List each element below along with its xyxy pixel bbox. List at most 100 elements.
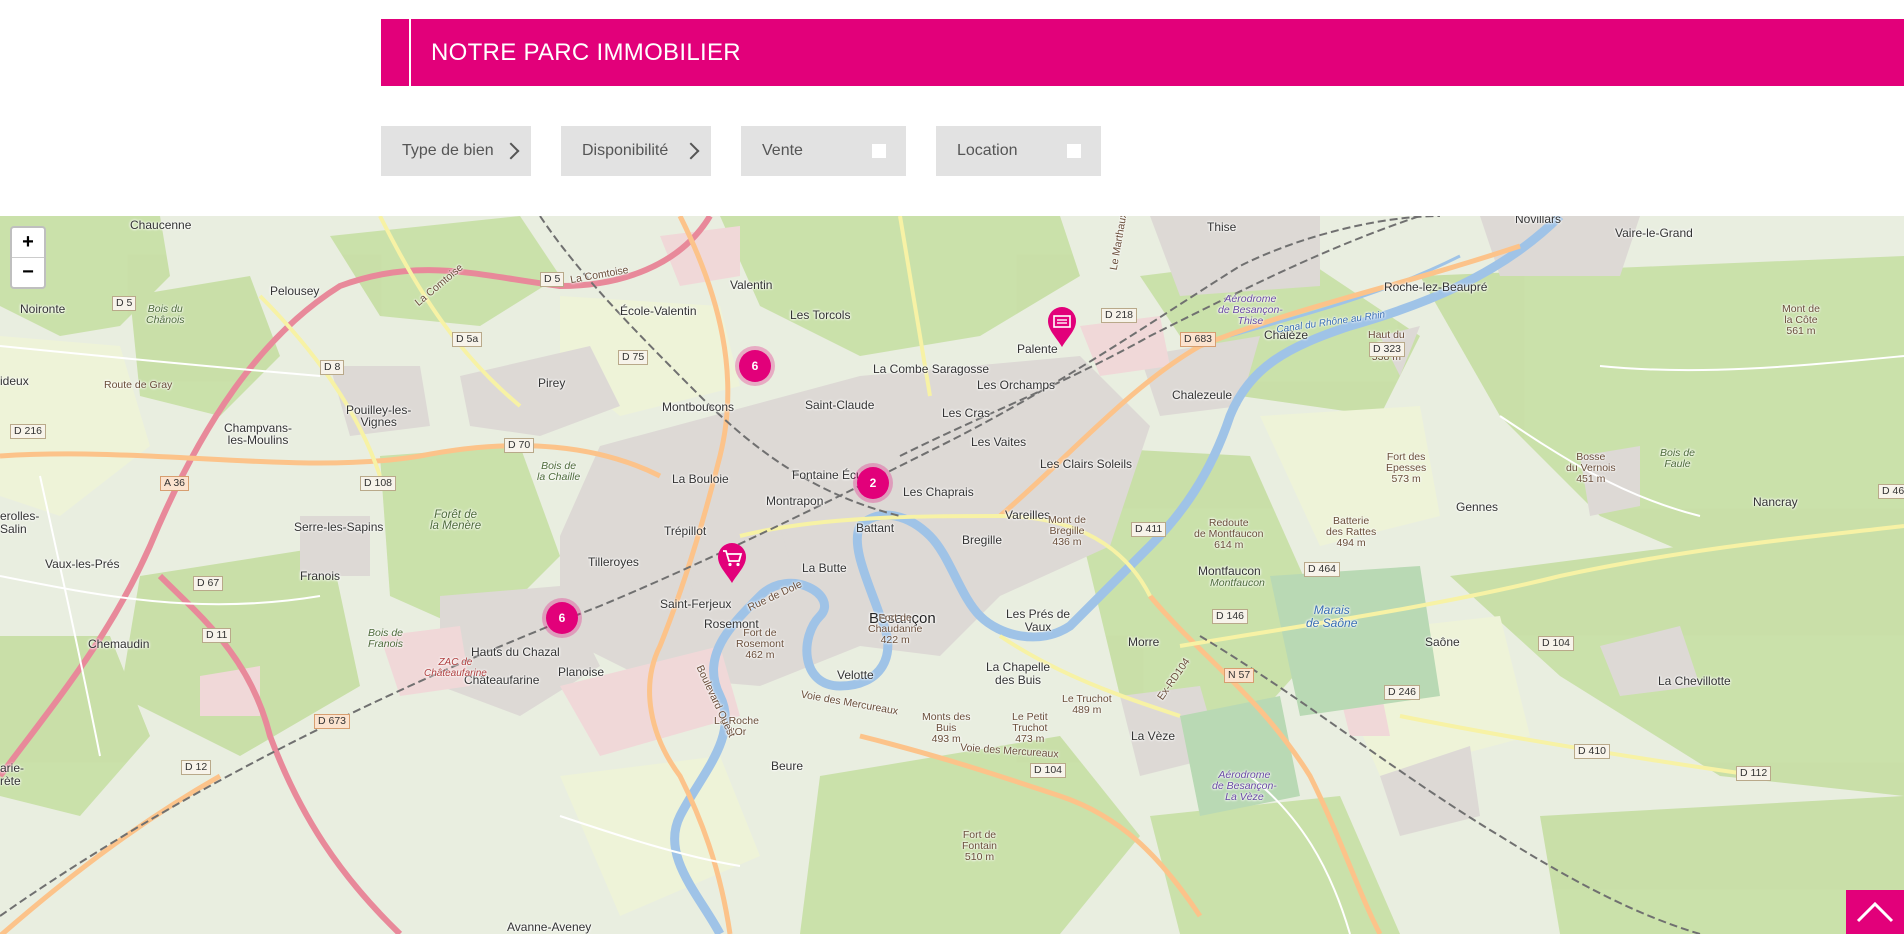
place-label: Les Vaites — [971, 435, 1027, 449]
place-label: Les Orchamps — [977, 378, 1056, 392]
zoom-in-button[interactable]: + — [12, 228, 44, 257]
place-label: Gennes — [1456, 500, 1499, 514]
place-label: Les Prés de Vaux — [1006, 607, 1071, 634]
forest-label: Bois du Chânois — [146, 303, 185, 326]
place-label: Velotte — [837, 668, 874, 682]
place-label: La Combe Saragosse — [873, 362, 990, 376]
filter-type-de-bien[interactable]: Type de bien — [381, 126, 531, 176]
place-label: Les Clairs Soleils — [1040, 457, 1133, 471]
page-header-banner: NOTRE PARC IMMOBILIER — [381, 19, 1904, 86]
filter-vente[interactable]: Vente — [741, 126, 906, 176]
place-label: Battant — [856, 521, 895, 535]
road-shield: D 673 — [314, 714, 351, 729]
place-label: Bregille — [962, 533, 1003, 547]
place-label: Avanne-Aveney — [507, 920, 592, 934]
peak-label: Fort de Fontain 510 m — [962, 829, 998, 863]
place-label: Pouilley-les- Vignes — [346, 403, 412, 429]
place-label: Valentin — [730, 278, 773, 292]
road-shield: D 5 — [540, 272, 565, 287]
place-label: Trépillot — [664, 524, 707, 538]
forest-label: Bois de Franois — [368, 627, 404, 650]
property-cluster[interactable]: 6 — [546, 602, 578, 634]
filter-type-label: Type de bien — [402, 142, 494, 159]
peak-label: Fort de Chaudanne 422 m — [868, 612, 923, 646]
map-tiles — [0, 216, 1904, 934]
road-shield: D 5a — [452, 332, 483, 347]
road-shield: N 57 — [1224, 668, 1255, 683]
place-label: Novillars — [1515, 216, 1562, 226]
road-shield: D 11 — [202, 628, 232, 643]
road-shield: D 67 — [193, 576, 224, 591]
place-label: Montfaucon — [1198, 564, 1261, 578]
road-shield: D 104 — [1030, 763, 1067, 778]
place-label: Vaux-les-Prés — [45, 557, 120, 571]
peak-label: Monts des Buis 493 m — [922, 711, 971, 745]
road-shield: D 104 — [1538, 636, 1575, 651]
place-label: Tilleroyes — [588, 555, 639, 569]
marsh-label: Marais de Saône — [1306, 603, 1358, 630]
zone-label: ZAC de Châteaufarine — [424, 657, 487, 679]
forest-label: Bois de la Chaille — [537, 460, 581, 483]
place-label: Noironte — [20, 302, 66, 316]
place-label: La Chapelle des Buis — [986, 660, 1051, 687]
place-label: Nancray — [1753, 495, 1798, 509]
place-label: La Chevillotte — [1658, 674, 1731, 688]
place-label: Saône — [1425, 635, 1460, 649]
forest-label: Forêt de la Menère — [430, 509, 482, 532]
forest-label: Bois de Faule — [1660, 447, 1696, 470]
place-label: erolles- Salin — [0, 509, 40, 536]
filter-location[interactable]: Location — [936, 126, 1101, 176]
road-shield: D 683 — [1180, 332, 1217, 347]
place-label: Vaire-le-Grand — [1615, 226, 1693, 240]
airport-label: Aérodrome de Besançon- La Vèze — [1212, 769, 1277, 803]
road-shield: D 246 — [1384, 685, 1421, 700]
road-name: Route de Gray — [104, 379, 173, 391]
filter-disponibilite[interactable]: Disponibilité — [561, 126, 711, 176]
office-icon — [1048, 307, 1076, 347]
chevron-up-icon — [1856, 901, 1894, 923]
property-cluster[interactable]: 6 — [739, 350, 771, 382]
place-label: La Butte — [802, 561, 847, 575]
peak-label: Batterie des Rattes 494 m — [1326, 515, 1377, 549]
road-shield: D 112 — [1736, 766, 1772, 781]
vente-checkbox[interactable] — [872, 144, 886, 158]
place-label: Les Chaprais — [903, 485, 974, 499]
back-to-top-button[interactable] — [1846, 890, 1904, 934]
place-label: La Vèze — [1131, 729, 1176, 743]
place-label: Planoise — [558, 665, 605, 679]
road-shield: D 218 — [1101, 308, 1138, 323]
place-label: ideux — [0, 374, 29, 388]
peak-label: Mont de la Côte 561 m — [1782, 303, 1820, 337]
road-shield: D 464 — [1878, 484, 1904, 499]
place-label: Fontaine Écu — [792, 468, 863, 482]
road-shield: D 70 — [504, 438, 535, 453]
filter-dispo-label: Disponibilité — [582, 142, 669, 159]
peak-label: Mont de Bregille 436 m — [1048, 514, 1086, 548]
chevron-right-icon — [502, 142, 520, 160]
place-label: Franois — [300, 569, 341, 583]
zoom-out-button[interactable]: − — [12, 257, 44, 287]
place-label: Montboucons — [662, 400, 735, 414]
place-label: arie- rète — [0, 761, 25, 788]
place-label: Morre — [1128, 635, 1160, 649]
shop-marker[interactable] — [716, 542, 748, 584]
road-shield: D 323 — [1369, 342, 1406, 357]
office-marker[interactable] — [1046, 306, 1078, 348]
place-label: Montrapon — [766, 494, 824, 508]
place-label: Les Torcols — [790, 308, 851, 322]
place-label: Saint-Claude — [805, 398, 875, 412]
place-label: La Bouloie — [672, 472, 729, 486]
road-shield: D 8 — [320, 360, 345, 375]
forest-label: Montfaucon — [1210, 577, 1265, 589]
place-label: Les Cras — [942, 406, 991, 420]
property-map[interactable]: Besançon Chaucenne Pelousey Noironte Val… — [0, 216, 1904, 934]
location-checkbox[interactable] — [1067, 144, 1081, 158]
road-shield: D 216 — [10, 424, 47, 439]
property-cluster[interactable]: 2 — [857, 467, 889, 499]
road-shield: D 75 — [618, 350, 649, 365]
road-shield: D 108 — [360, 476, 397, 491]
peak-label: Fort des Epesses 573 m — [1386, 451, 1427, 485]
place-label: Roche-lez-Beaupré — [1384, 280, 1488, 294]
airport-label: Aérodrome de Besançon- Thise — [1218, 293, 1283, 327]
place-label: Pirey — [538, 376, 566, 390]
